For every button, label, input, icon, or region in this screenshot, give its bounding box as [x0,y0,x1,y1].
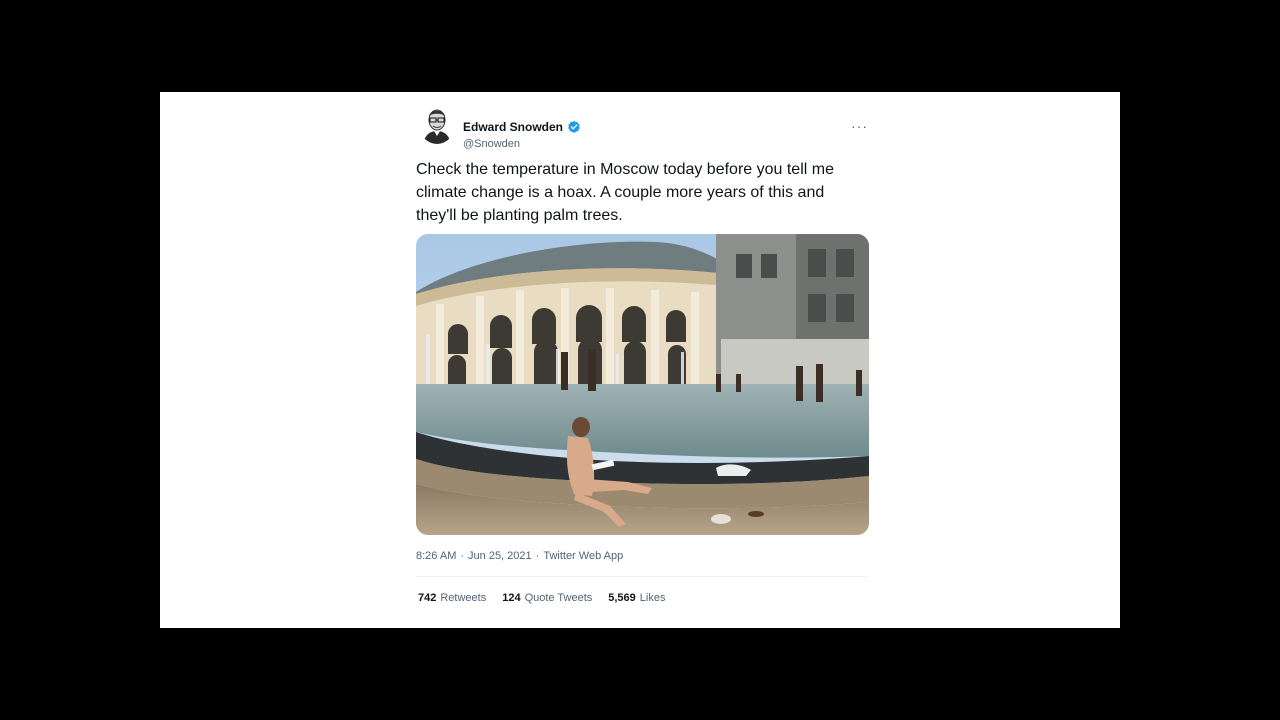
verified-badge-icon [568,120,580,133]
quote-tweets-stat[interactable]: 124 Quote Tweets [502,592,592,604]
moscow-fountain-photo [416,234,869,535]
tweet: Edward Snowden @Snowden ··· Check the te… [416,92,869,628]
tweet-card: Edward Snowden @Snowden ··· Check the te… [160,92,1120,628]
author-name-row[interactable]: Edward Snowden [463,120,581,134]
author-handle[interactable]: @Snowden [463,138,520,150]
tweet-stats: 742 Retweets 124 Quote Tweets 5,569 Likes [418,592,665,604]
tweet-time[interactable]: 8:26 AM [416,550,456,562]
author-name[interactable]: Edward Snowden [463,120,563,134]
divider [416,576,868,577]
retweets-stat[interactable]: 742 Retweets [418,592,486,604]
tweet-date[interactable]: Jun 25, 2021 [468,550,532,562]
likes-count: 5,569 [608,592,636,604]
tweet-photo[interactable] [416,234,869,535]
tweet-source[interactable]: Twitter Web App [543,550,623,562]
more-options-icon[interactable]: ··· [851,118,868,134]
quotes-label: Quote Tweets [524,592,593,604]
retweets-count: 742 [418,592,437,604]
meta-separator: · [460,550,465,562]
avatar-image [419,106,455,144]
meta-separator: · [535,550,540,562]
avatar[interactable] [419,106,455,144]
quotes-count: 124 [502,592,521,604]
likes-label: Likes [639,592,666,604]
retweets-label: Retweets [440,592,487,604]
tweet-header: Edward Snowden @Snowden ··· [416,104,868,150]
likes-stat[interactable]: 5,569 Likes [608,592,665,604]
tweet-text: Check the temperature in Moscow today be… [416,161,834,224]
tweet-metadata: 8:26 AM · Jun 25, 2021 · Twitter Web App [416,550,623,562]
